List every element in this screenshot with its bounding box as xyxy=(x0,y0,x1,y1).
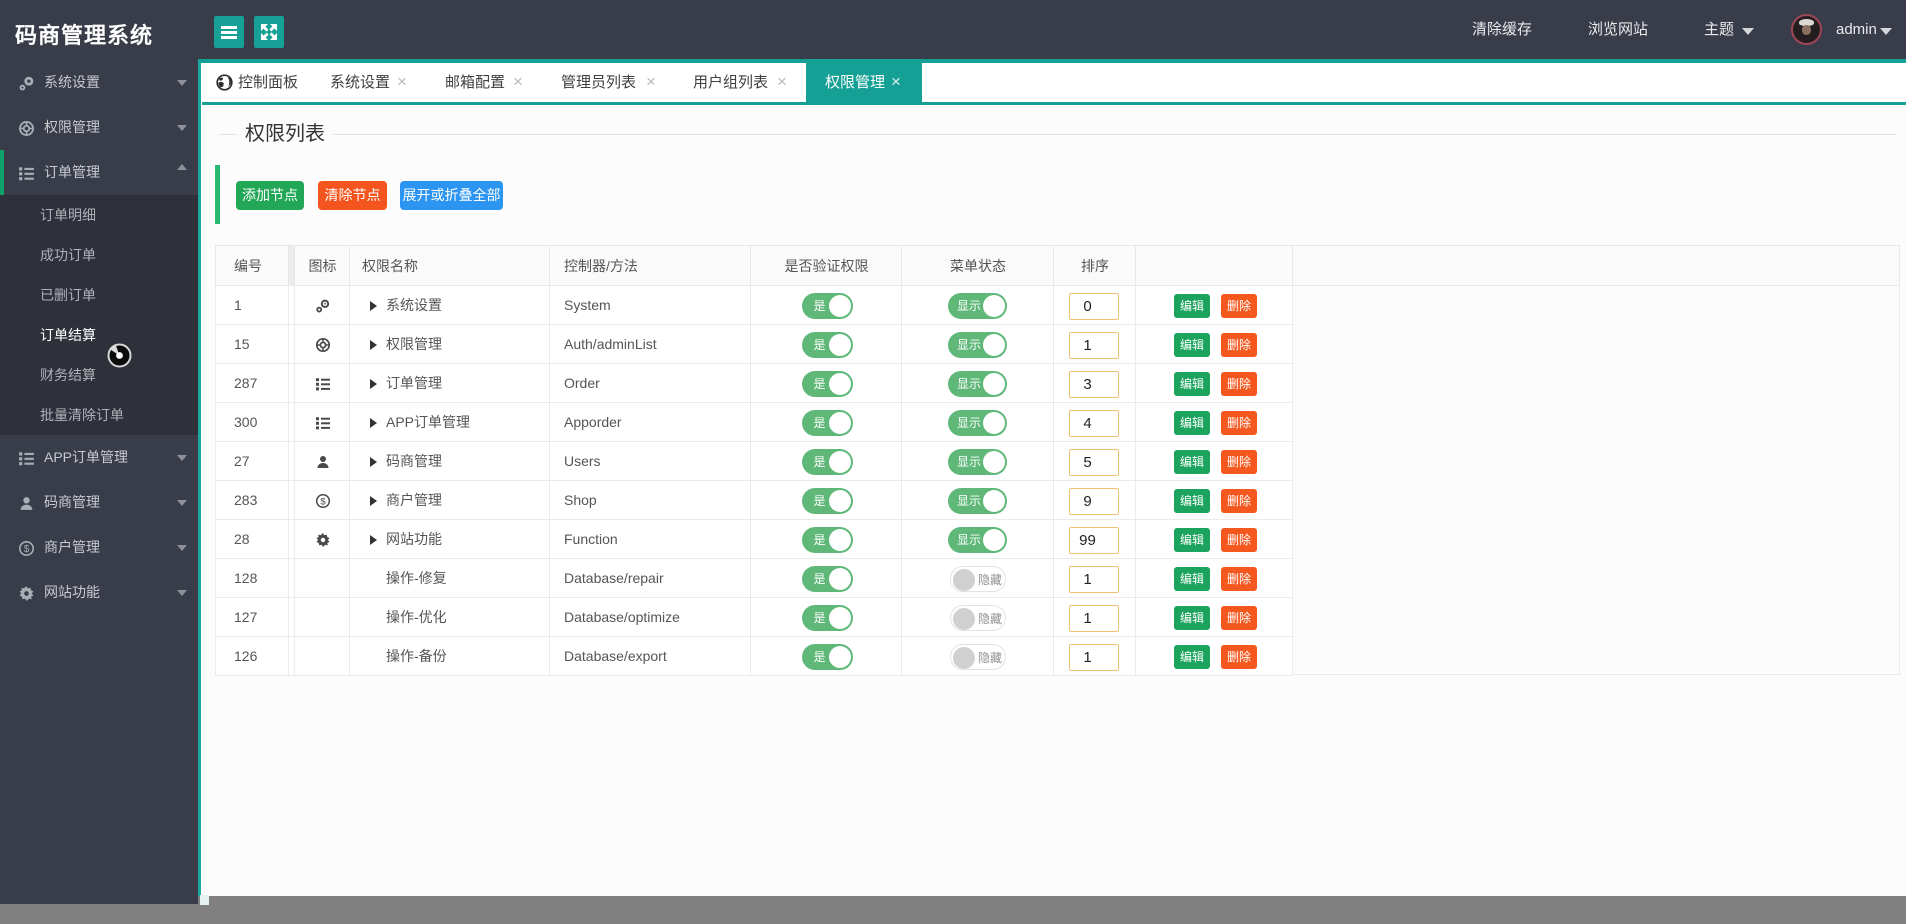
svg-text:$: $ xyxy=(320,497,326,508)
svg-text:$: $ xyxy=(24,544,30,555)
